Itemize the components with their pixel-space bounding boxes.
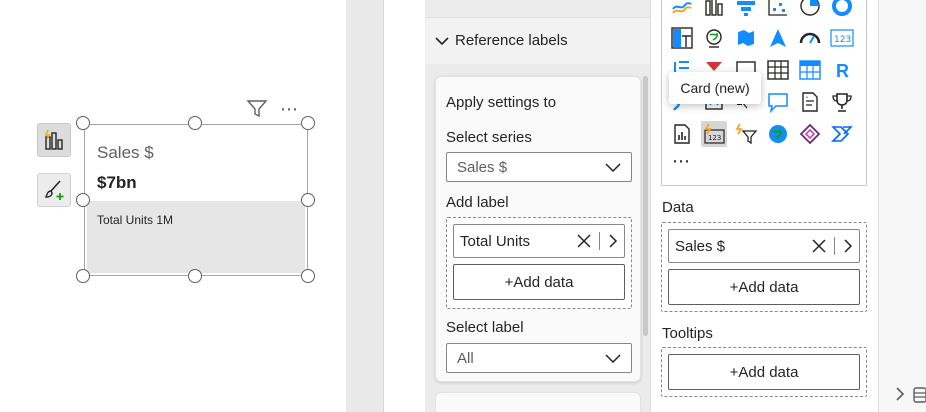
resize-handle-bottom[interactable] [188, 269, 202, 283]
chip-separator [834, 237, 835, 255]
card-title: Sales $ [97, 143, 154, 162]
sales-field[interactable]: Sales $ [668, 229, 860, 263]
chevron-down-icon [605, 163, 621, 172]
card-visual[interactable]: Sales $ $7bn Total Units 1M [84, 124, 308, 276]
chevron-down-icon [435, 36, 449, 45]
donut-chart-icon[interactable] [829, 0, 855, 19]
svg-text:R: R [836, 61, 849, 81]
tooltips-well: +Add data [661, 347, 867, 397]
add-label-title: Add label [446, 194, 509, 211]
data-add-button[interactable]: +Add data [668, 269, 860, 305]
more-visuals-icon[interactable]: ⋯ [672, 151, 692, 172]
select-series-label: Select series [446, 129, 532, 146]
resize-handle-right[interactable] [301, 193, 315, 207]
filter-icon[interactable] [246, 99, 268, 119]
power-automate-icon[interactable] [829, 121, 855, 147]
gauge-icon[interactable] [797, 25, 823, 51]
tooltips-add-button[interactable]: +Add data [668, 354, 860, 390]
azure-map-icon[interactable] [765, 25, 791, 51]
apply-settings-title: Apply settings to [446, 94, 557, 111]
ribbon-chart-icon[interactable] [669, 0, 695, 19]
build-pane: 123 R 123 ⋯ Card (new) Data Sales $ +Add… [650, 0, 878, 412]
add-label-well: Total Units +Add data [446, 217, 632, 309]
add-label-data-button[interactable]: +Add data [453, 264, 625, 300]
format-pane-content: Reference labels Apply settings to Selec… [425, 0, 651, 412]
card-reference-label: Total Units 1M [97, 213, 174, 227]
card-new-icon[interactable]: 123 [701, 121, 727, 147]
format-visual-button[interactable] [37, 173, 71, 207]
resize-handle-bottom-left[interactable] [76, 269, 90, 283]
section-title: Reference labels [455, 32, 568, 49]
resize-handle-top-left[interactable] [76, 116, 90, 130]
remove-field-icon[interactable] [812, 239, 826, 253]
build-visual-button[interactable] [37, 123, 71, 157]
card-visual-icon[interactable]: 123 [829, 25, 855, 51]
visual-side-toolbar [37, 123, 71, 223]
tooltips-well-title: Tooltips [662, 325, 713, 342]
build-visual-icon [44, 129, 63, 150]
format-brush-icon [45, 180, 64, 200]
treemap-icon[interactable] [669, 25, 695, 51]
slicer-new-icon[interactable] [733, 121, 759, 147]
select-label-dropdown[interactable]: All [446, 343, 632, 373]
chevron-right-icon[interactable] [843, 239, 853, 253]
scatter-chart-icon[interactable] [765, 0, 791, 19]
svg-text:123: 123 [834, 35, 851, 45]
total-units-field[interactable]: Total Units [453, 224, 625, 258]
apply-settings-card: Apply settings to Select series Sales $ … [435, 76, 641, 382]
goals-trophy-icon[interactable] [829, 89, 855, 115]
chevron-down-icon [605, 354, 621, 363]
visual-header: ⋯ [246, 98, 306, 120]
canvas-pane-divider [346, 0, 384, 412]
svg-text:123: 123 [708, 134, 721, 142]
expand-pane-chevron-icon[interactable] [895, 386, 905, 402]
paginated-report-icon[interactable] [669, 121, 695, 147]
smart-narrative-icon[interactable] [797, 89, 823, 115]
card-value: $7bn [97, 173, 137, 192]
resize-handle-top[interactable] [188, 116, 202, 130]
data-well: Sales $ +Add data [661, 222, 867, 312]
previous-section-strip [425, 0, 651, 18]
power-apps-icon[interactable] [797, 121, 823, 147]
more-options-icon[interactable]: ⋯ [280, 100, 299, 118]
table-icon[interactable] [765, 57, 791, 83]
reference-labels-content: Apply settings to Select series Sales $ … [425, 64, 651, 412]
data-pane-collapsed [878, 0, 926, 412]
remove-field-icon[interactable] [577, 234, 591, 248]
report-canvas[interactable]: ⋯ Sales $ $7bn Total Units 1M [0, 0, 346, 412]
data-well-title: Data [662, 199, 694, 216]
resize-handle-bottom-right[interactable] [301, 269, 315, 283]
chip-separator [599, 232, 600, 250]
select-label-value: All [457, 349, 474, 367]
card-visual-body: Sales $ $7bn Total Units 1M [87, 127, 305, 273]
next-settings-card [435, 392, 641, 412]
select-series-value: Sales $ [457, 158, 508, 176]
sales-field-label: Sales $ [675, 237, 726, 255]
arcgis-map-icon[interactable] [765, 121, 791, 147]
chevron-right-icon[interactable] [608, 234, 618, 248]
r-visual-icon[interactable]: R [829, 57, 855, 83]
map-icon[interactable] [701, 25, 727, 51]
select-series-dropdown[interactable]: Sales $ [446, 152, 632, 182]
funnel-chart-icon[interactable] [733, 0, 759, 19]
data-pane-icon[interactable] [913, 386, 926, 404]
format-pane: Reference labels Apply settings to Selec… [384, 0, 651, 412]
matrix-icon[interactable] [797, 57, 823, 83]
reference-labels-header[interactable]: Reference labels [435, 32, 568, 49]
qna-icon[interactable] [765, 89, 791, 115]
card-new-tooltip: Card (new) [669, 72, 761, 104]
filled-map-icon[interactable] [733, 25, 759, 51]
pie-chart-icon[interactable] [797, 0, 823, 19]
resize-handle-top-right[interactable] [301, 116, 315, 130]
total-units-label: Total Units [460, 232, 531, 250]
format-pane-scrollbar[interactable] [643, 76, 648, 336]
card-reference-area [87, 201, 305, 273]
select-label-title: Select label [446, 319, 524, 336]
funnel-bar-icon[interactable] [701, 0, 727, 19]
resize-handle-left[interactable] [76, 193, 90, 207]
